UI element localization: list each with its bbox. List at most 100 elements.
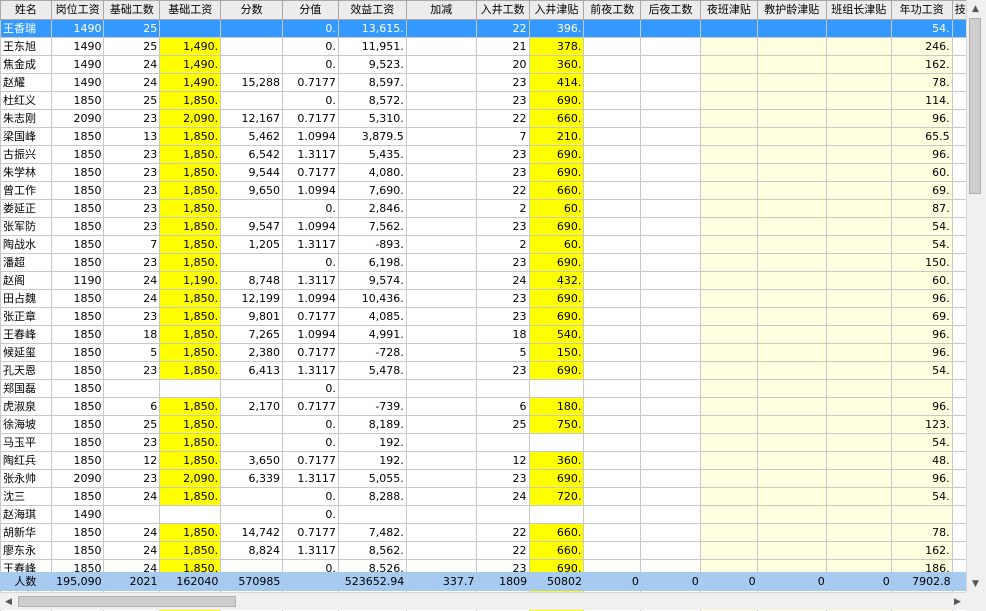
table-cell[interactable]: 23: [475, 91, 530, 110]
table-cell[interactable]: 23: [103, 253, 161, 272]
table-cell[interactable]: [405, 433, 477, 452]
table-cell[interactable]: [583, 307, 642, 326]
table-cell[interactable]: 4,080.: [337, 163, 407, 182]
table-cell[interactable]: [640, 505, 701, 524]
table-cell[interactable]: 690.: [528, 145, 585, 164]
table-cell[interactable]: 65.5: [890, 127, 953, 146]
table-cell[interactable]: [756, 307, 827, 326]
table-cell[interactable]: 23: [475, 145, 530, 164]
table-cell[interactable]: 1,850.: [159, 325, 222, 344]
table-cell[interactable]: [640, 19, 701, 38]
table-cell[interactable]: 1850: [50, 397, 105, 416]
table-cell[interactable]: [528, 379, 585, 398]
table-cell[interactable]: [756, 343, 827, 362]
table-cell[interactable]: [583, 235, 642, 254]
table-cell[interactable]: [220, 415, 284, 434]
table-cell[interactable]: [640, 487, 701, 506]
table-cell[interactable]: 2090: [50, 109, 105, 128]
table-cell[interactable]: 沈三: [0, 487, 52, 506]
table-cell[interactable]: 23: [475, 361, 530, 380]
table-cell[interactable]: [640, 433, 701, 452]
table-cell[interactable]: 690.: [528, 469, 585, 488]
table-cell[interactable]: 660.: [528, 181, 585, 200]
table-cell[interactable]: 24: [103, 55, 161, 74]
table-cell[interactable]: [640, 91, 701, 110]
table-cell[interactable]: 娄延正: [0, 199, 52, 218]
table-cell[interactable]: [756, 145, 827, 164]
table-cell[interactable]: 1850: [50, 163, 105, 182]
table-cell[interactable]: 396.: [528, 19, 585, 38]
table-cell[interactable]: 5,310.: [337, 109, 407, 128]
table-cell[interactable]: [640, 235, 701, 254]
table-cell[interactable]: 360.: [528, 55, 585, 74]
table-cell[interactable]: [583, 253, 642, 272]
table-cell[interactable]: [159, 505, 222, 524]
table-cell[interactable]: [640, 523, 701, 542]
table-cell[interactable]: 2,090.: [159, 469, 222, 488]
table-cell[interactable]: [583, 163, 642, 182]
table-cell[interactable]: 9,801: [220, 307, 284, 326]
table-row[interactable]: 张永帅 2090 23 2,090. 6,339 1.3117 5,055. 23 690. 96…: [0, 469, 966, 488]
table-cell[interactable]: [640, 469, 701, 488]
table-cell[interactable]: 14,742: [220, 523, 284, 542]
table-cell[interactable]: [756, 91, 827, 110]
table-cell[interactable]: [700, 415, 758, 434]
table-cell[interactable]: [159, 379, 222, 398]
table-cell[interactable]: 23: [103, 217, 161, 236]
table-cell[interactable]: [640, 127, 701, 146]
table-row[interactable]: 张军防 1850 23 1,850. 9,547 1.0994 7,562. 23 690. 54…: [0, 217, 966, 236]
table-cell[interactable]: [583, 289, 642, 308]
table-cell[interactable]: [700, 217, 758, 236]
table-cell[interactable]: [951, 91, 966, 110]
table-cell[interactable]: 孔天恩: [0, 361, 52, 380]
table-cell[interactable]: [405, 343, 477, 362]
table-row[interactable]: 陶战水 1850 7 1,850. 1,205 1.3117 -893. 2 60. 54.: [0, 235, 966, 254]
table-cell[interactable]: 潘超: [0, 253, 52, 272]
table-cell[interactable]: 1.3117: [282, 235, 339, 254]
horizontal-scroll-thumb[interactable]: [18, 596, 236, 607]
table-cell[interactable]: 21: [475, 37, 530, 56]
table-cell[interactable]: 6: [475, 397, 530, 416]
table-cell[interactable]: 0.: [282, 253, 339, 272]
column-header[interactable]: 分值: [282, 0, 339, 20]
table-cell[interactable]: 1,850.: [159, 253, 222, 272]
table-cell[interactable]: [825, 433, 892, 452]
table-cell[interactable]: [640, 37, 701, 56]
table-cell[interactable]: 1850: [50, 289, 105, 308]
table-cell[interactable]: [640, 199, 701, 218]
table-cell[interactable]: [825, 163, 892, 182]
table-cell[interactable]: 23: [103, 433, 161, 452]
table-cell[interactable]: 540.: [528, 325, 585, 344]
column-header[interactable]: 加减: [405, 0, 477, 20]
table-cell[interactable]: 8,562.: [337, 541, 407, 560]
table-cell[interactable]: [583, 361, 642, 380]
table-cell[interactable]: 60.: [528, 235, 585, 254]
table-cell[interactable]: [159, 19, 222, 38]
scroll-down-icon[interactable]: ▼: [967, 575, 984, 592]
table-cell[interactable]: 660.: [528, 523, 585, 542]
table-cell[interactable]: [700, 505, 758, 524]
table-cell[interactable]: 1,850.: [159, 397, 222, 416]
table-cell[interactable]: [951, 199, 966, 218]
table-row[interactable]: 娄延正 1850 23 1,850. 0. 2,846. 2 60. 87.: [0, 199, 966, 218]
table-cell[interactable]: 1850: [50, 145, 105, 164]
table-cell[interactable]: [825, 397, 892, 416]
table-cell[interactable]: [756, 163, 827, 182]
table-cell[interactable]: 246.: [890, 37, 953, 56]
table-cell[interactable]: [220, 505, 284, 524]
table-cell[interactable]: 4,991.: [337, 325, 407, 344]
table-cell[interactable]: 0.7177: [282, 523, 339, 542]
table-cell[interactable]: [825, 307, 892, 326]
table-cell[interactable]: 6: [103, 397, 161, 416]
table-cell[interactable]: 1850: [50, 343, 105, 362]
table-cell[interactable]: [640, 361, 701, 380]
table-cell[interactable]: 660.: [528, 109, 585, 128]
table-cell[interactable]: 1.0994: [282, 127, 339, 146]
table-cell[interactable]: 1,850.: [159, 235, 222, 254]
table-cell[interactable]: 1,850.: [159, 343, 222, 362]
table-row[interactable]: 朱学林 1850 23 1,850. 9,544 0.7177 4,080. 23 690. 60…: [0, 163, 966, 182]
table-cell[interactable]: 1850: [50, 433, 105, 452]
table-cell[interactable]: 0.7177: [282, 163, 339, 182]
table-cell[interactable]: 23: [103, 361, 161, 380]
table-cell[interactable]: 690.: [528, 307, 585, 326]
